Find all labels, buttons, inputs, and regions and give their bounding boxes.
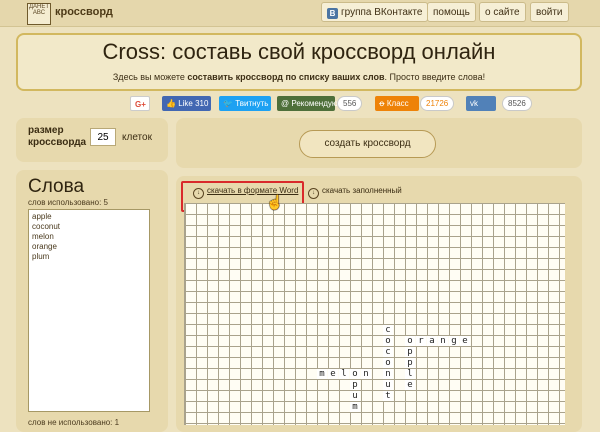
- size-unit: клеток: [122, 132, 152, 143]
- download-arrow-icon: ↓: [308, 188, 319, 199]
- ok-label: Класс: [386, 99, 409, 108]
- mailru-icon: @: [281, 99, 290, 108]
- vk-share-button[interactable]: vk: [466, 96, 496, 111]
- subtitle-bold: составить кроссворд по списку ваших слов: [187, 72, 385, 82]
- login-button[interactable]: войти: [530, 2, 569, 22]
- words-textarea[interactable]: apple coconut melon orange plum: [28, 209, 150, 412]
- crossword-cell: n: [361, 369, 371, 379]
- twitter-label: Твитнуть: [235, 99, 269, 108]
- page-subtitle: Здесь вы можете составить кроссворд по с…: [18, 72, 580, 82]
- crossword-cell: m: [350, 402, 360, 412]
- word-item: melon: [32, 232, 54, 241]
- subtitle-text: Здесь вы можете: [112, 72, 188, 82]
- facebook-like-button[interactable]: 👍 Like 310: [162, 96, 211, 111]
- size-input[interactable]: [90, 128, 116, 146]
- ok-class-button[interactable]: ꝋ Класс: [375, 96, 419, 111]
- words-unused-count: слов не использовано: 1: [28, 418, 120, 427]
- vk-icon: В: [327, 8, 338, 19]
- crossword-cell: u: [350, 391, 360, 401]
- words-title: Слова: [28, 176, 85, 197]
- twitter-button[interactable]: 🐦 Твитнуть: [219, 96, 271, 111]
- crossword-cell: n: [383, 369, 393, 379]
- crossword-cell: o: [350, 369, 360, 379]
- word-item: orange: [32, 242, 57, 251]
- logo-text: ДАНЕТ АВС: [28, 4, 50, 16]
- size-label-line1: размер: [28, 125, 64, 136]
- crossword-cell: o: [383, 336, 393, 346]
- words-used-count: слов использовано: 5: [28, 198, 108, 207]
- crossword-cell: g: [449, 336, 459, 346]
- vk-share-icon: vk: [470, 99, 478, 108]
- crossword-cell: n: [438, 336, 448, 346]
- site-logo[interactable]: ДАНЕТ АВС: [27, 3, 51, 25]
- hand-cursor-icon: ☝: [266, 194, 284, 210]
- download-filled-link[interactable]: ↓ скачать заполненный: [308, 186, 402, 199]
- recommend-label: Рекомендую: [291, 99, 338, 108]
- gplus-button[interactable]: G+: [130, 96, 150, 111]
- word-item: plum: [32, 252, 50, 261]
- crossword-cell: o: [383, 358, 393, 368]
- recommend-button[interactable]: @ Рекомендую: [277, 96, 338, 111]
- size-label-line2: кроссворда: [28, 137, 87, 148]
- word-item: apple: [32, 212, 52, 221]
- crossword-cell: c: [383, 347, 393, 357]
- crossword-cell: l: [339, 369, 349, 379]
- hero-banner: Cross: составь свой кроссворд онлайн Зде…: [16, 33, 582, 91]
- crossword-cell: e: [405, 380, 415, 390]
- vk-group-button[interactable]: Вгруппа ВКонтакте: [321, 2, 429, 22]
- ok-count: 21726: [420, 96, 455, 111]
- recommend-count: 556: [337, 96, 363, 111]
- fb-like-label: Like 310: [178, 99, 209, 108]
- crossword-cell: o: [405, 336, 415, 346]
- word-item: coconut: [32, 222, 61, 231]
- about-button[interactable]: о сайте: [479, 2, 526, 22]
- create-crossword-button[interactable]: создать кроссворд: [299, 130, 436, 158]
- vk-group-label: группа ВКонтакте: [341, 7, 423, 18]
- crossword-cell: c: [383, 325, 393, 335]
- size-label: размер кроссворда: [28, 125, 86, 149]
- crossword-cell: m: [317, 369, 327, 379]
- crossword-cell: p: [405, 358, 415, 368]
- crossword-cell: r: [416, 336, 426, 346]
- download-filled-label: скачать заполненный: [322, 186, 402, 195]
- crossword-cell: p: [350, 380, 360, 390]
- brand-name[interactable]: кроссворд: [55, 6, 113, 18]
- crossword-cell: l: [405, 369, 415, 379]
- twitter-icon: 🐦: [223, 99, 233, 108]
- crossword-cell: p: [405, 347, 415, 357]
- thumb-icon: 👍: [166, 99, 176, 108]
- top-bar: ДАНЕТ АВС кроссворд Вгруппа ВКонтакте по…: [0, 0, 600, 27]
- crossword-grid[interactable]: coorangecpopmelonnlpueutm: [184, 203, 565, 425]
- vk-count: 8526: [502, 96, 532, 111]
- crossword-cell: e: [460, 336, 470, 346]
- crossword-cell: t: [383, 391, 393, 401]
- crossword-cell: e: [328, 369, 338, 379]
- crossword-cell: a: [427, 336, 437, 346]
- subtitle-end: . Просто введите слова!: [384, 72, 486, 82]
- page-title: Cross: составь свой кроссворд онлайн: [102, 39, 496, 64]
- crossword-cell: u: [383, 380, 393, 390]
- help-button[interactable]: помощь: [427, 2, 476, 22]
- ok-icon: ꝋ: [379, 99, 385, 108]
